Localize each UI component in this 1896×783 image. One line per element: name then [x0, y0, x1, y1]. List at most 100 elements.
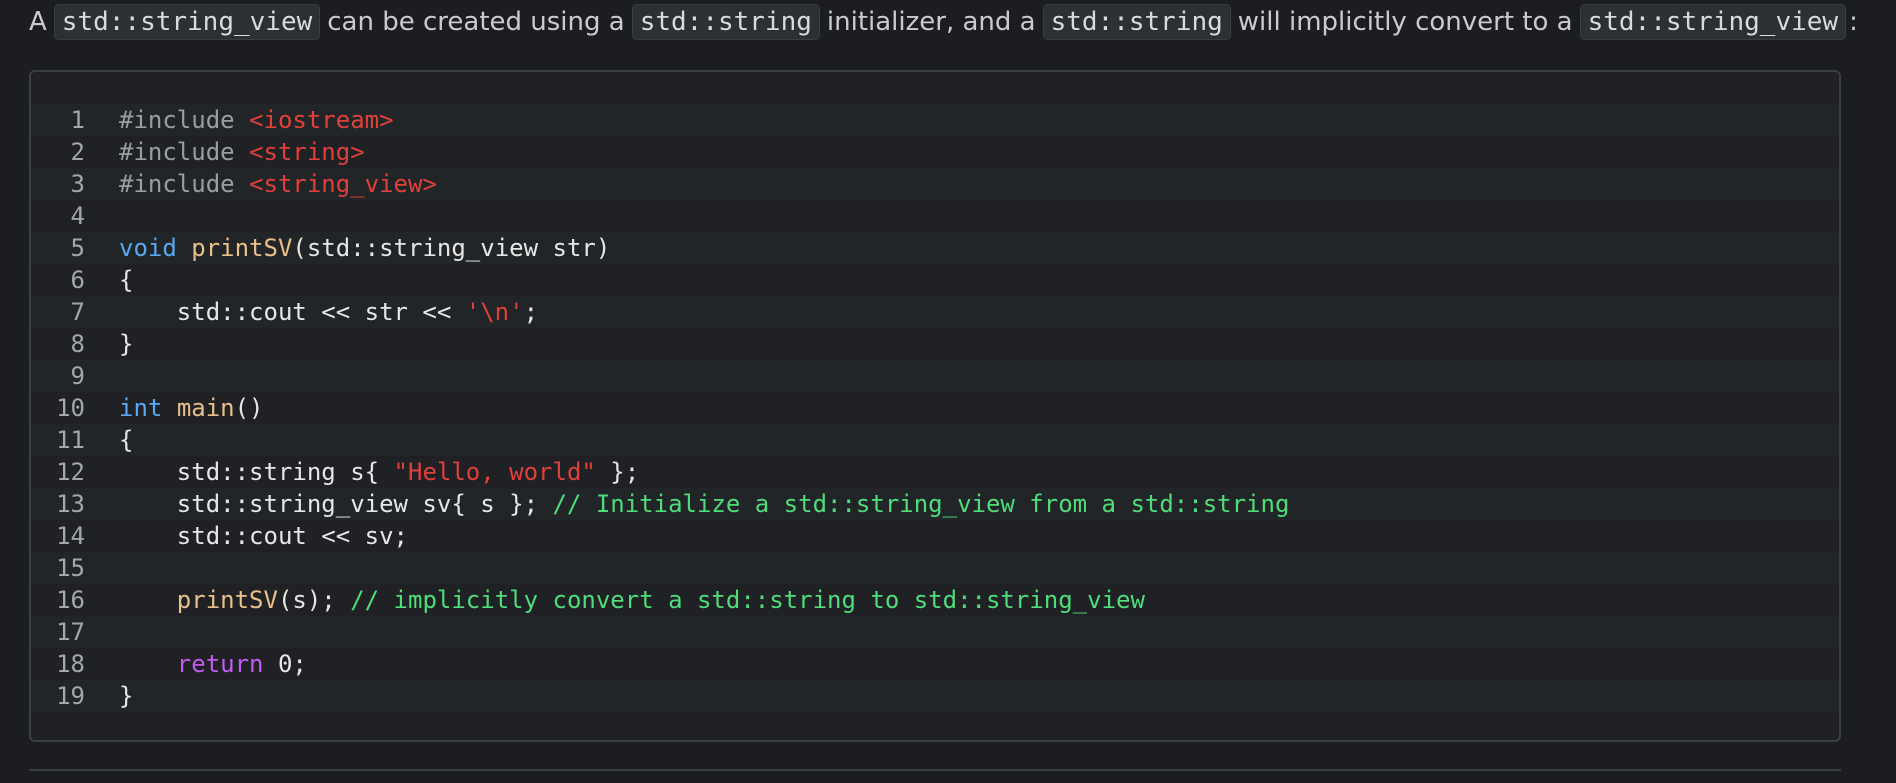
code-line: 13 std::string_view sv{ s }; // Initiali…	[31, 488, 1839, 520]
code-text: std::cout << str << '\n';	[101, 298, 538, 326]
code-text: }	[101, 330, 133, 358]
line-number: 11	[56, 426, 85, 454]
code-line: 2 #include <string>	[31, 136, 1839, 168]
code-text: return 0;	[101, 650, 307, 678]
code-line: 14 std::cout << sv;	[31, 520, 1839, 552]
code-text: {	[101, 266, 133, 294]
code-token-plain: 0;	[263, 650, 307, 678]
line-number: 7	[70, 298, 85, 326]
code-token-plain: }	[119, 682, 134, 710]
section-divider	[29, 769, 1841, 771]
inline-code-string-view-2: std::string_view	[1579, 4, 1847, 40]
line-number: 12	[56, 458, 85, 486]
line-number: 17	[56, 618, 85, 646]
code-text: int main()	[101, 394, 264, 422]
inline-code-string-view: std::string_view	[53, 4, 321, 40]
code-token-ret: return	[176, 650, 264, 678]
code-line: 19}	[31, 680, 1839, 712]
code-line: 5 void printSV(std::string_view str)	[31, 232, 1839, 264]
code-lines: 1 #include <iostream> 2 #include <string> 3 #…	[31, 104, 1839, 712]
code-token-plain: };	[595, 458, 640, 486]
line-number: 4	[70, 202, 85, 230]
inline-code-string: std::string	[631, 4, 820, 40]
intro-text-4: will implicitly convert to a	[1237, 7, 1573, 37]
code-line: 15	[31, 552, 1839, 584]
code-token-plain: ()	[234, 394, 264, 422]
code-token-plain: {	[119, 426, 134, 454]
line-number: 14	[56, 522, 85, 550]
code-token-plain: std::cout << sv;	[119, 522, 408, 550]
code-token-fn: printSV	[191, 234, 293, 262]
code-token-str: "Hello, world"	[393, 458, 596, 486]
code-token-kw: int	[119, 394, 163, 422]
intro-text-5: :	[1849, 7, 1858, 37]
code-text: printSV(s); // implicitly convert a std:…	[101, 586, 1145, 614]
code-text: #include <string_view>	[101, 170, 437, 198]
line-number: 1	[70, 106, 85, 134]
intro-paragraph: A std::string_view can be created using …	[29, 2, 1858, 42]
line-number: 19	[56, 682, 85, 710]
line-number: 18	[56, 650, 85, 678]
line-number: 9	[70, 362, 85, 390]
code-line: 10 int main()	[31, 392, 1839, 424]
inline-code-string-2: std::string	[1042, 4, 1231, 40]
code-line: 18 return 0;	[31, 648, 1839, 680]
code-token-plain: std::cout << str <<	[119, 298, 466, 326]
code-text: #include <iostream>	[101, 106, 394, 134]
code-line: 6{	[31, 264, 1839, 296]
code-line: 9	[31, 360, 1839, 392]
intro-text-1: A	[29, 7, 47, 37]
code-token-plain: std::string_view sv{ s };	[119, 490, 553, 518]
line-number: 15	[56, 554, 85, 582]
code-line: 17	[31, 616, 1839, 648]
line-number: 5	[70, 234, 85, 262]
code-token-inc: <string_view>	[249, 170, 437, 198]
code-token-str: '\n'	[465, 298, 524, 326]
code-token-plain: ;	[523, 298, 539, 326]
code-token-plain: {	[119, 266, 134, 294]
line-number: 6	[70, 266, 85, 294]
line-number: 13	[56, 490, 85, 518]
code-line: 11 {	[31, 424, 1839, 456]
code-token-pre: #include	[119, 106, 250, 134]
code-text: {	[101, 426, 133, 454]
line-number: 3	[70, 170, 85, 198]
code-block[interactable]: 1 #include <iostream> 2 #include <string> 3 #…	[29, 70, 1841, 742]
line-number: 16	[56, 586, 85, 614]
code-text: std::string s{ "Hello, world" };	[101, 458, 639, 486]
code-token-fn: main	[176, 394, 235, 422]
code-token-plain: }	[119, 330, 134, 358]
code-line: 12 std::string s{ "Hello, world" };	[31, 456, 1839, 488]
code-token-pre: #include	[119, 170, 250, 198]
code-text: void printSV(std::string_view str)	[101, 234, 610, 262]
line-number: 10	[56, 394, 85, 422]
code-token-pre: #include	[119, 138, 250, 166]
code-text: std::cout << sv;	[101, 522, 408, 550]
intro-text-2: can be created using a	[327, 7, 625, 37]
code-token-fn: printSV	[176, 586, 278, 614]
code-line: 1 #include <iostream>	[31, 104, 1839, 136]
code-token-com: // implicitly convert a std::string to s…	[350, 586, 1145, 614]
code-token-plain: (s);	[277, 586, 351, 614]
line-number: 2	[70, 138, 85, 166]
code-token-plain: std::string s{	[119, 458, 394, 486]
code-token-inc: <string>	[249, 138, 365, 166]
code-text: std::string_view sv{ s }; // Initialize …	[101, 490, 1290, 518]
code-line: 3 #include <string_view>	[31, 168, 1839, 200]
code-line: 7 std::cout << str << '\n';	[31, 296, 1839, 328]
code-token-plain: (std::string_view str)	[292, 234, 611, 262]
line-number: 8	[70, 330, 85, 358]
code-text: #include <string>	[101, 138, 365, 166]
code-line: 8}	[31, 328, 1839, 360]
code-token-com: // Initialize a std::string_view from a …	[552, 490, 1290, 518]
code-token-kw: void	[119, 234, 177, 262]
code-line: 16 printSV(s); // implicitly convert a s…	[31, 584, 1839, 616]
code-text: }	[101, 682, 133, 710]
code-line: 4	[31, 200, 1839, 232]
code-token-inc: <iostream>	[249, 106, 394, 134]
intro-text-3: initializer, and a	[826, 7, 1036, 37]
